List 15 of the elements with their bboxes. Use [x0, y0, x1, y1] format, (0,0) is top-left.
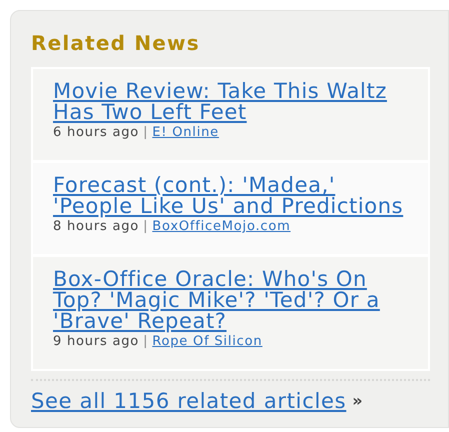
source-link[interactable]: Rope Of Silicon	[152, 335, 262, 349]
article-time: 6 hours ago	[53, 126, 140, 140]
article-time: 9 hours ago	[53, 335, 140, 349]
panel-title: Related News	[31, 31, 201, 55]
separator: |	[143, 335, 148, 349]
article-link[interactable]: Box-Office Oracle: Who's On Top? 'Magic Mike'? 'Ted'? Or a 'Brave' Repeat?	[53, 269, 419, 332]
see-all-link[interactable]: See all 1156 related articles	[31, 390, 346, 412]
separator: |	[143, 220, 148, 234]
source-link[interactable]: BoxOfficeMojo.com	[152, 220, 291, 234]
source-link[interactable]: E! Online	[152, 126, 219, 140]
article-link[interactable]: Forecast (cont.): 'Madea,' 'People Like Us' and Predictions	[53, 175, 419, 217]
article-time: 8 hours ago	[53, 220, 140, 234]
separator: |	[143, 126, 148, 140]
article-link[interactable]: Movie Review: Take This Waltz Has Two Left Feet	[53, 81, 419, 123]
arrow-glyph: »	[352, 390, 363, 412]
